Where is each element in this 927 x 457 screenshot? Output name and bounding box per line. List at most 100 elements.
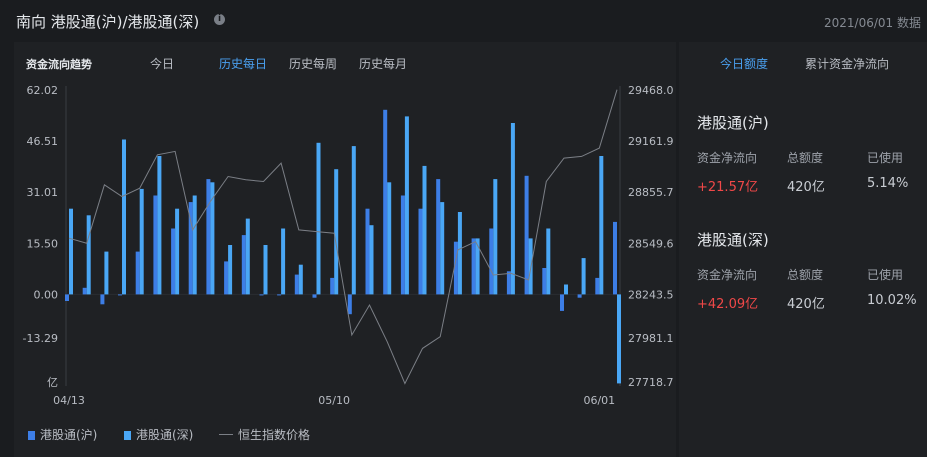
right-axis-tick: 28243.5 xyxy=(628,288,674,301)
bar-sh xyxy=(365,208,370,295)
legend-sz-label: 港股通(深) xyxy=(136,428,194,442)
right-axis-tick: 27981.1 xyxy=(628,332,674,345)
right-axis-tick: 27718.7 xyxy=(628,376,674,389)
bar-sz xyxy=(175,208,180,295)
bar-sz xyxy=(564,284,568,295)
section-sz-used: 10.02% xyxy=(867,293,917,308)
bar-sz xyxy=(422,165,427,295)
section-sz-label-flow: 资金净流向 xyxy=(697,268,758,282)
section-sz-label-used: 已使用 xyxy=(867,268,904,282)
bar-sz xyxy=(351,146,356,295)
bar-sh xyxy=(224,261,229,295)
legend-hsi: 恒生指数价格 xyxy=(219,426,310,443)
bar-sh xyxy=(418,208,423,295)
x-axis-label: 04/13 xyxy=(53,394,85,407)
bar-sh xyxy=(135,251,140,295)
page-header: 南向 港股通(沪)/港股通(深) i 2021/06/01 数据 xyxy=(0,0,927,40)
bar-sh xyxy=(613,221,617,295)
bar-sz xyxy=(334,169,339,295)
bar-sz xyxy=(298,264,303,295)
left-axis-tick: 0.00 xyxy=(34,288,59,301)
x-axis-label: 05/10 xyxy=(318,394,350,407)
bar-sh xyxy=(82,287,87,295)
bar-sz xyxy=(86,215,91,295)
section-sh-title: 港股通(沪) xyxy=(697,114,769,132)
bar-sh xyxy=(436,179,441,295)
legend-sz: 港股通(深) xyxy=(124,426,193,443)
left-axis-tick: 31.01 xyxy=(27,186,59,199)
bar-sz xyxy=(546,228,551,295)
right-axis-tick: 28549.6 xyxy=(628,237,674,250)
bar-sh xyxy=(171,228,176,295)
bar-sh xyxy=(277,294,282,296)
section-sz-label-quota: 总额度 xyxy=(787,268,824,282)
bar-sz xyxy=(69,208,73,295)
bar-sz xyxy=(369,225,374,295)
bar-sz xyxy=(475,238,480,295)
section-sh-net-flow: +21.57亿 xyxy=(697,180,759,195)
legend-hsi-swatch xyxy=(219,434,233,435)
section-sh-used: 5.14% xyxy=(867,176,909,191)
bar-sz xyxy=(440,202,445,295)
hsi-line xyxy=(68,89,618,385)
bar-sh xyxy=(118,294,122,296)
bar-sh xyxy=(294,274,299,295)
bar-sz xyxy=(104,251,109,295)
legend-sh: 港股通(沪) xyxy=(28,426,97,443)
tab-today-quota[interactable]: 今日额度 xyxy=(720,55,768,72)
left-axis-tick: 46.51 xyxy=(27,135,59,148)
legend-sh-label: 港股通(沪) xyxy=(40,428,98,442)
bar-sz xyxy=(387,182,392,295)
section-sh-total-quota: 420亿 xyxy=(787,180,825,195)
bar-sz xyxy=(457,212,462,295)
bar-sh xyxy=(595,277,600,295)
section-sh-label-used: 已使用 xyxy=(867,151,904,165)
bar-sh xyxy=(241,235,246,295)
section-sh-label-quota: 总额度 xyxy=(787,151,824,165)
quota-panel: 今日额度 累计资金净流向 港股通(沪) 资金净流向 总额度 已使用 +21.57… xyxy=(679,42,927,457)
bar-sh xyxy=(347,294,352,315)
right-axis-tick: 29161.9 xyxy=(628,135,674,148)
data-date: 2021/06/01 数据 xyxy=(824,16,921,30)
bar-sh xyxy=(153,195,158,295)
bar-sh xyxy=(400,195,405,295)
bar-sz xyxy=(122,139,126,295)
bar-sh xyxy=(524,175,529,295)
bar-sz xyxy=(139,188,144,295)
section-sz-total-quota: 420亿 xyxy=(787,297,825,312)
bar-sh xyxy=(506,271,511,295)
x-axis-label: 06/01 xyxy=(583,394,615,407)
bar-sh xyxy=(330,277,335,295)
bar-sh xyxy=(206,179,211,295)
legend-hsi-label: 恒生指数价格 xyxy=(238,428,311,442)
section-sz-title: 港股通(深) xyxy=(697,231,769,249)
bar-sh xyxy=(383,109,388,295)
bar-sz xyxy=(228,245,233,295)
right-axis-tick: 28855.7 xyxy=(628,186,674,199)
legend-sh-swatch xyxy=(28,431,35,440)
bar-sz xyxy=(493,179,498,295)
legend-sz-swatch xyxy=(124,431,131,440)
bar-sh xyxy=(312,294,317,298)
info-icon[interactable]: i xyxy=(214,14,225,25)
left-axis-tick: 亿 xyxy=(47,376,58,389)
bar-sz xyxy=(510,123,515,295)
right-axis-tick: 29468.0 xyxy=(628,84,674,97)
page-title: 南向 港股通(沪)/港股通(深) xyxy=(16,13,200,31)
chart-panel: 资金流向趋势 今日 历史每日 历史每周 历史每月 62.02 46.51 31.01… xyxy=(14,42,676,457)
bar-sz xyxy=(245,218,250,295)
bar-sh xyxy=(577,294,582,298)
tab-cumulative-flow[interactable]: 累计资金净流向 xyxy=(805,55,889,72)
bar-sh xyxy=(471,238,476,295)
bar-sh xyxy=(65,294,69,301)
flow-chart: 62.02 46.51 31.01 15.50 0.00 -13.29 亿 29468.0 29… xyxy=(23,84,674,407)
bar-sz xyxy=(157,156,162,295)
bar-sh xyxy=(100,294,105,305)
bar-sz xyxy=(316,142,321,295)
bar-sh xyxy=(542,268,547,295)
bar-sh xyxy=(560,294,564,311)
bar-sh xyxy=(259,294,264,296)
bar-sz xyxy=(404,116,409,295)
section-sh-label-flow: 资金净流向 xyxy=(697,151,758,165)
bar-sz xyxy=(281,228,286,295)
